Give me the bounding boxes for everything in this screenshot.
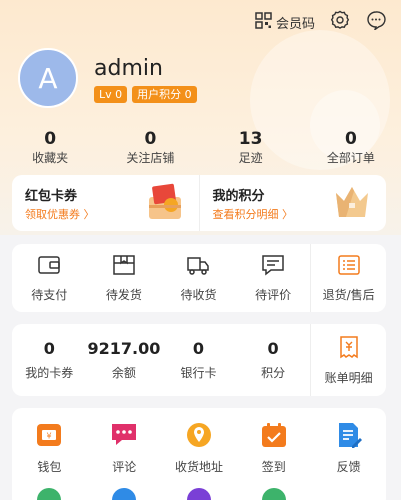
stat-all-orders[interactable]: 0 全部订单 bbox=[301, 128, 401, 166]
calendar-icon bbox=[261, 422, 287, 452]
promo-card: 红包卡券 领取优惠券 〉 我的积分 查看积分明细 〉 bbox=[12, 175, 386, 231]
return-list-icon bbox=[337, 254, 361, 280]
order-label: 退货/售后 bbox=[322, 287, 375, 302]
level-badge: Lv 0 bbox=[94, 86, 128, 103]
tool-more-4[interactable] bbox=[236, 487, 311, 500]
orders-card: 待支付 待发货 待收货 待评价 退货/售后 bbox=[12, 244, 386, 312]
tool-label: 钱包 bbox=[37, 460, 62, 474]
order-pending-shipment[interactable]: 待发货 bbox=[87, 244, 162, 312]
qr-code-icon bbox=[255, 11, 272, 33]
tool-more-5 bbox=[311, 487, 386, 500]
tool-wallet[interactable]: ¥ 钱包 bbox=[12, 422, 87, 475]
wallet-label: 余额 bbox=[111, 366, 136, 380]
avatar[interactable]: A bbox=[18, 48, 78, 108]
red-envelope-icon bbox=[145, 183, 185, 225]
feedback-icon bbox=[336, 422, 362, 452]
tool-more-1[interactable] bbox=[12, 487, 87, 500]
member-icon bbox=[186, 487, 212, 500]
points-badge: 用户积分 0 bbox=[132, 86, 197, 103]
tool-label: 评论 bbox=[112, 460, 137, 474]
stat-label: 全部订单 bbox=[326, 151, 375, 165]
vip-code-label: 会员码 bbox=[275, 16, 315, 32]
stat-favorites[interactable]: 0 收藏夹 bbox=[0, 128, 100, 166]
tools-second-row bbox=[12, 487, 386, 500]
wallet-icon: ¥ bbox=[36, 422, 62, 452]
wallet-icon bbox=[37, 254, 61, 280]
settings-flower-icon bbox=[261, 487, 287, 500]
wallet-points[interactable]: 0 积分 bbox=[236, 324, 311, 396]
comment-icon bbox=[261, 254, 285, 280]
vip-code-button[interactable]: 会员码 bbox=[255, 11, 315, 33]
wallet-bank-cards[interactable]: 0 银行卡 bbox=[161, 324, 236, 396]
wallet-bill-details[interactable]: 账单明细 bbox=[310, 324, 386, 396]
chat-bubble-icon bbox=[366, 10, 386, 34]
tool-check-in[interactable]: 签到 bbox=[236, 422, 311, 475]
points-entry[interactable]: 我的积分 查看积分明细 〉 bbox=[198, 175, 387, 231]
wallet-card: 0 我的卡券 9217.00 余额 0 银行卡 0 积分 账单明细 bbox=[12, 324, 386, 396]
wallet-value: 0 bbox=[267, 339, 279, 358]
tool-more-2[interactable] bbox=[87, 487, 162, 500]
truck-icon bbox=[185, 254, 211, 280]
tool-label: 收货地址 bbox=[174, 460, 223, 474]
avatar-letter: A bbox=[38, 61, 58, 95]
tool-label: 反馈 bbox=[336, 460, 361, 474]
wallet-my-coupons[interactable]: 0 我的卡券 bbox=[12, 324, 87, 396]
tools-card: ¥ 钱包 评论 收货地址 签到 反馈 bbox=[12, 408, 386, 500]
order-label: 待评价 bbox=[255, 287, 292, 302]
order-label: 待发货 bbox=[105, 287, 142, 302]
order-returns[interactable]: 退货/售后 bbox=[310, 244, 386, 312]
user-badges: Lv 0 用户积分 0 bbox=[94, 86, 197, 103]
order-pending-receipt[interactable]: 待收货 bbox=[161, 244, 236, 312]
order-pending-payment[interactable]: 待支付 bbox=[12, 244, 87, 312]
wallet-label: 账单明细 bbox=[324, 370, 373, 385]
bill-icon bbox=[338, 335, 360, 363]
share-icon bbox=[111, 487, 137, 500]
location-icon bbox=[186, 422, 212, 452]
messages-button[interactable] bbox=[365, 11, 387, 33]
service-icon bbox=[36, 487, 62, 500]
wallet-label: 银行卡 bbox=[180, 366, 217, 380]
wallet-label: 积分 bbox=[261, 366, 286, 380]
username: admin bbox=[94, 56, 163, 81]
tool-comments[interactable]: 评论 bbox=[87, 422, 162, 475]
stat-footprints[interactable]: 13 足迹 bbox=[201, 128, 301, 166]
order-pending-review[interactable]: 待评价 bbox=[236, 244, 311, 312]
tool-feedback[interactable]: 反馈 bbox=[311, 422, 386, 475]
wallet-balance[interactable]: 9217.00 余额 bbox=[87, 324, 162, 396]
tool-address[interactable]: 收货地址 bbox=[162, 422, 237, 475]
stat-value: 0 bbox=[144, 129, 157, 149]
stat-value: 0 bbox=[344, 129, 357, 149]
user-stats: 0 收藏夹 0 关注店铺 13 足迹 0 全部订单 bbox=[0, 128, 401, 166]
settings-button[interactable] bbox=[329, 10, 351, 34]
wallet-value: 9217.00 bbox=[87, 339, 161, 358]
wallet-label: 我的卡券 bbox=[25, 366, 74, 380]
coupon-entry[interactable]: 红包卡券 领取优惠券 〉 bbox=[12, 175, 199, 231]
svg-text:¥: ¥ bbox=[47, 432, 52, 441]
tool-label: 签到 bbox=[261, 460, 286, 474]
comment-icon bbox=[110, 422, 138, 452]
gear-icon bbox=[330, 10, 350, 34]
stat-label: 收藏夹 bbox=[32, 151, 69, 165]
wallet-value: 0 bbox=[43, 339, 55, 358]
wallet-value: 0 bbox=[192, 339, 205, 358]
stat-value: 13 bbox=[238, 129, 263, 149]
crown-icon bbox=[332, 183, 372, 225]
top-toolbar: 会员码 bbox=[255, 10, 387, 34]
box-icon bbox=[112, 254, 136, 280]
order-label: 待支付 bbox=[31, 287, 68, 302]
stat-label: 关注店铺 bbox=[126, 151, 175, 165]
stat-label: 足迹 bbox=[238, 151, 263, 165]
stat-value: 0 bbox=[44, 129, 57, 149]
tool-more-3[interactable] bbox=[162, 487, 237, 500]
stat-followed-shops[interactable]: 0 关注店铺 bbox=[100, 128, 200, 166]
order-label: 待收货 bbox=[180, 287, 217, 302]
